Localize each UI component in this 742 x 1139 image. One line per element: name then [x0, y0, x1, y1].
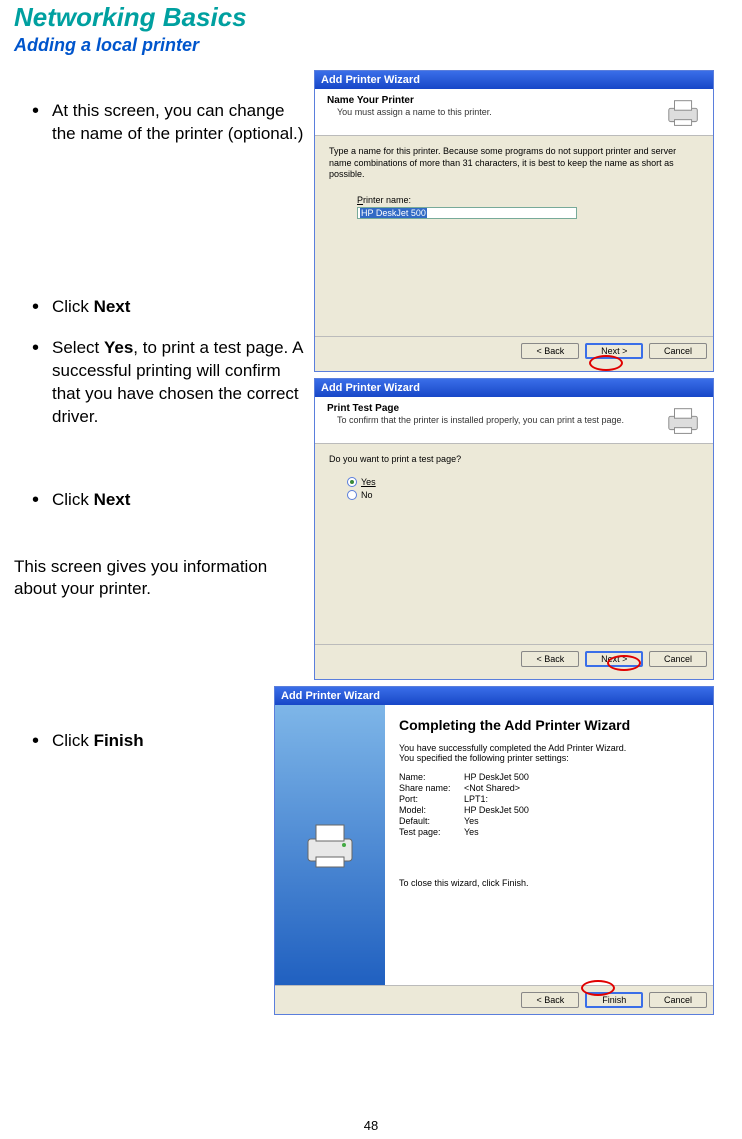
wizard-footer: < Back Next > Cancel [315, 336, 713, 365]
wizard-final-layout: Completing the Add Printer Wizard You ha… [275, 705, 713, 985]
instruction-step-1: At this screen, you can change the name … [32, 100, 304, 146]
setting-row-default: Default:Yes [399, 816, 699, 826]
wizard-body-text: Type a name for this printer. Because so… [329, 146, 699, 181]
finish-button[interactable]: Finish [585, 992, 643, 1008]
radio-no-label: No [361, 490, 373, 500]
wizard-body: Type a name for this printer. Because so… [315, 136, 713, 336]
next-button[interactable]: Next > [585, 651, 643, 667]
wizard-header-title: Print Test Page [327, 403, 665, 414]
cancel-button[interactable]: Cancel [649, 343, 707, 359]
content-area: At this screen, you can change the name … [14, 70, 728, 1021]
setting-row-testpage: Test page:Yes [399, 827, 699, 837]
wizard-body-text: Do you want to print a test page? [329, 454, 699, 466]
next-button[interactable]: Next > [585, 343, 643, 359]
radio-no-row[interactable]: No [347, 490, 699, 500]
wizard-final-body: Completing the Add Printer Wizard You ha… [385, 705, 713, 985]
radio-yes-label: Yes [361, 477, 376, 487]
back-button[interactable]: < Back [521, 651, 579, 667]
printer-icon [665, 95, 703, 129]
printer-icon [665, 403, 703, 437]
wizard-footer: < Back Finish Cancel [275, 985, 713, 1014]
instruction-step-4: Click Next [32, 489, 304, 512]
wizard-body: Do you want to print a test page? Yes No [315, 444, 713, 644]
wizard-footer: < Back Next > Cancel [315, 644, 713, 673]
wizard-final-title: Completing the Add Printer Wizard [399, 717, 699, 733]
window-title: Add Printer Wizard [321, 382, 420, 394]
wizard-test-page: Add Printer Wizard Print Test Page To co… [314, 378, 714, 680]
wizard-final-text1: You have successfully completed the Add … [399, 743, 699, 753]
window-titlebar[interactable]: Add Printer Wizard [315, 379, 713, 397]
instruction-step-3: Select Yes, to print a test page. A succ… [32, 337, 304, 429]
setting-row-name: Name:HP DeskJet 500 [399, 772, 699, 782]
cancel-button[interactable]: Cancel [649, 651, 707, 667]
instruction-column: At this screen, you can change the name … [14, 70, 314, 1021]
instruction-step-6: Click Finish [32, 730, 304, 753]
radio-no[interactable] [347, 490, 357, 500]
page-number: 48 [0, 1118, 742, 1133]
screenshots-column: Add Printer Wizard Name Your Printer You… [314, 70, 714, 1021]
wizard-close-text: To close this wizard, click Finish. [399, 878, 699, 888]
wizard-header: Print Test Page To confirm that the prin… [315, 397, 713, 444]
radio-yes-row[interactable]: Yes [347, 477, 699, 487]
wizard-final-text2: You specified the following printer sett… [399, 753, 699, 763]
window-titlebar[interactable]: Add Printer Wizard [315, 71, 713, 89]
wizard-header: Name Your Printer You must assign a name… [315, 89, 713, 136]
page-subtitle: Adding a local printer [14, 35, 728, 56]
setting-row-model: Model:HP DeskJet 500 [399, 805, 699, 815]
printer-name-input[interactable]: HP DeskJet 500 [357, 207, 577, 219]
wizard-header-subtitle: To confirm that the printer is installed… [337, 415, 665, 425]
wizard-header-title: Name Your Printer [327, 95, 665, 106]
instruction-step-5: This screen gives you information about … [14, 556, 304, 600]
window-titlebar[interactable]: Add Printer Wizard [275, 687, 713, 705]
radio-yes[interactable] [347, 477, 357, 487]
instruction-step-2: Click Next [32, 296, 304, 319]
setting-row-port: Port:LPT1: [399, 794, 699, 804]
window-title: Add Printer Wizard [281, 690, 380, 702]
back-button[interactable]: < Back [521, 992, 579, 1008]
page-title: Networking Basics [14, 2, 728, 33]
cancel-button[interactable]: Cancel [649, 992, 707, 1008]
window-title: Add Printer Wizard [321, 74, 420, 86]
wizard-name-printer: Add Printer Wizard Name Your Printer You… [314, 70, 714, 372]
setting-row-share: Share name:<Not Shared> [399, 783, 699, 793]
printer-name-label: Printer name: [357, 195, 699, 205]
wizard-header-subtitle: You must assign a name to this printer. [337, 107, 665, 117]
back-button[interactable]: < Back [521, 343, 579, 359]
printer-large-icon [300, 815, 360, 875]
wizard-completing: Add Printer Wizard Completing the Add Pr… [274, 686, 714, 1015]
